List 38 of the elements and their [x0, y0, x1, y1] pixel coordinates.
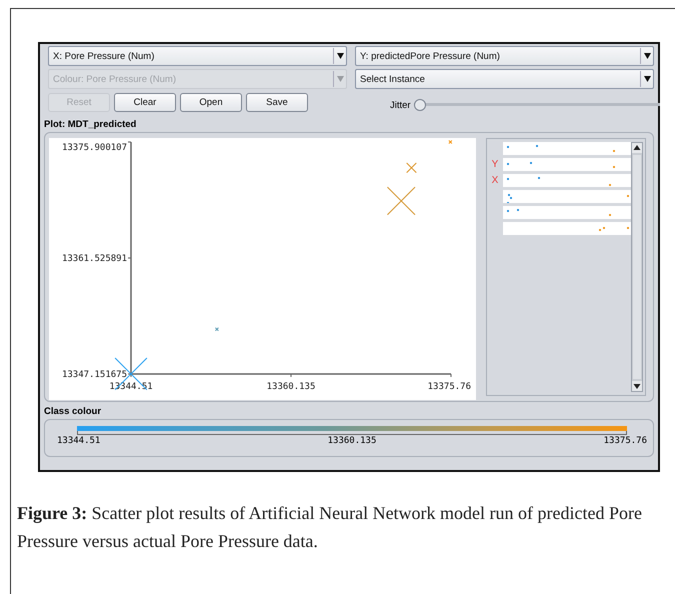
gradient-tick-label: 13344.51: [57, 436, 100, 446]
plot-title: Plot: MDT_predicted: [44, 119, 138, 130]
mini-plot-thumbnail[interactable]: [503, 222, 631, 235]
x-tick-label: 13360.135: [266, 382, 316, 392]
y-tick-label: 13375.900107: [62, 143, 127, 153]
mini-plot-thumbnail[interactable]: [503, 206, 631, 219]
y-tick-label: 13347.151675: [62, 370, 127, 380]
axis-marker: X: [490, 175, 500, 186]
data-point: [406, 162, 417, 174]
vertical-scrollbar[interactable]: [631, 142, 643, 392]
dropdown-arrow-icon: [336, 76, 344, 82]
mini-plot-thumbnail[interactable]: [503, 190, 631, 203]
toolbar-button[interactable]: Open: [180, 92, 242, 112]
dropdown-arrow-icon: [644, 76, 650, 82]
figure-caption: Figure 3: Scatter plot results of Artificial Neural Network model run of predicted Pore Pressure versus actual Pore Pressure data.: [16, 502, 643, 553]
mini-plot-thumbnail[interactable]: [503, 158, 631, 171]
dropdown-arrow-icon: [644, 53, 650, 59]
data-point: [448, 140, 452, 144]
x-axis-select[interactable]: X: Pore Pressure (Num): [48, 46, 347, 66]
slider-thumb[interactable]: [414, 99, 426, 111]
jitter-label: Jitter: [390, 100, 411, 110]
x-tick-label: 13375.76: [428, 382, 471, 392]
y-tick-label: 13361.525891: [62, 254, 127, 264]
gradient-tick-label: 13375.76: [604, 436, 647, 446]
class-colour-title: Class colour: [44, 406, 102, 417]
scroll-up-icon[interactable]: [632, 143, 642, 153]
instance-select[interactable]: Select Instance: [355, 69, 654, 89]
data-point: [214, 327, 219, 332]
axis-marker: Y: [490, 159, 500, 170]
scroll-down-icon[interactable]: [632, 381, 642, 391]
y-axis-select[interactable]: Y: predictedPore Pressure (Num): [355, 46, 654, 66]
toolbar-button[interactable]: Save: [246, 92, 308, 112]
data-point: [386, 186, 416, 216]
mini-plot-thumbnail[interactable]: [503, 174, 631, 187]
gradient-tick-label: 13360.135: [328, 436, 376, 446]
mini-plot-thumbnail[interactable]: [503, 142, 631, 155]
toolbar-button[interactable]: Clear: [114, 92, 176, 112]
dropdown-arrow-icon: [336, 53, 344, 59]
